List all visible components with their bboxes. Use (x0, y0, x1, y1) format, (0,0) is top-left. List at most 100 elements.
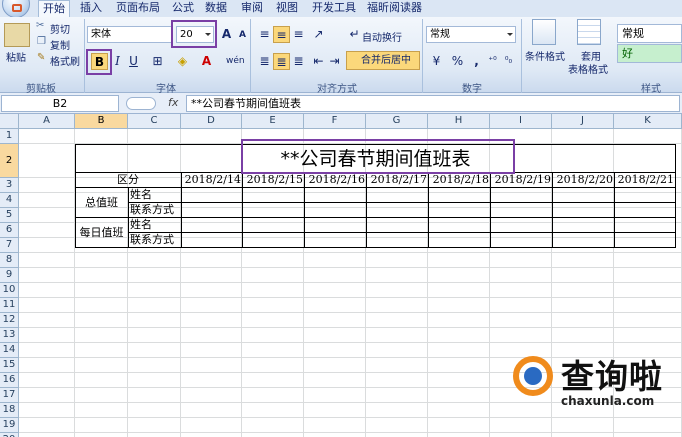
decrease-indent-icon[interactable]: ⇤ (310, 53, 327, 70)
column-header-i[interactable]: I (490, 114, 552, 129)
office-button[interactable] (2, 0, 30, 18)
row-header-10[interactable]: 10 (0, 283, 19, 298)
phonetic-button[interactable]: wén (226, 53, 245, 70)
date-cell[interactable]: 2018/2/15 (244, 173, 303, 187)
tab-review[interactable]: 审阅 (237, 0, 267, 17)
tab-formulas[interactable]: 公式 (168, 0, 198, 17)
underline-button[interactable]: U (125, 53, 142, 70)
increase-indent-icon[interactable]: ⇥ (326, 53, 343, 70)
row-header-19[interactable]: 19 (0, 418, 19, 433)
watermark-url: chaxunla.com (561, 394, 655, 408)
align-right-icon[interactable]: ≣ (290, 53, 307, 70)
column-header-h[interactable]: H (428, 114, 490, 129)
italic-button[interactable]: I (109, 53, 126, 70)
row-header-3[interactable]: 3 (0, 178, 19, 193)
formula-bar-toggle[interactable] (126, 97, 156, 110)
font-shrink-button[interactable]: A (234, 27, 251, 44)
number-format-select[interactable]: 常规 (426, 26, 516, 43)
row-header-6[interactable]: 6 (0, 223, 19, 238)
row-header-14[interactable]: 14 (0, 343, 19, 358)
fill-color-icon[interactable]: ◈ (174, 53, 191, 70)
percent-button[interactable]: % (449, 53, 466, 70)
field-contact[interactable]: 联系方式 (130, 203, 180, 217)
field-name[interactable]: 姓名 (130, 218, 180, 232)
table-border (128, 202, 675, 203)
tab-insert[interactable]: 插入 (76, 0, 106, 17)
field-contact[interactable]: 联系方式 (130, 233, 180, 247)
row-header-18[interactable]: 18 (0, 403, 19, 418)
tab-home[interactable]: 开始 (38, 0, 70, 17)
merge-center-button[interactable]: 合并后居中 (346, 51, 420, 70)
borders-icon[interactable]: ⊞ (149, 53, 166, 70)
conditional-format-button[interactable]: 条件格式 (525, 48, 565, 63)
row-header-7[interactable]: 7 (0, 238, 19, 253)
column-header-c[interactable]: C (128, 114, 181, 129)
format-painter-icon: ✎ (37, 52, 46, 63)
row-header-11[interactable]: 11 (0, 298, 19, 313)
row-header-17[interactable]: 17 (0, 388, 19, 403)
cut-button[interactable]: 剪切 (50, 21, 70, 36)
format-painter-button[interactable]: 格式刷 (50, 53, 80, 68)
column-header-d[interactable]: D (181, 114, 242, 129)
column-header-j[interactable]: J (552, 114, 614, 129)
name-box[interactable]: B2 (1, 95, 119, 112)
tab-view[interactable]: 视图 (272, 0, 302, 17)
column-header-k[interactable]: K (614, 114, 682, 129)
font-family-select[interactable]: 宋体 (87, 26, 173, 43)
table-format-button-line2[interactable]: 表格格式 (568, 61, 608, 76)
align-center-icon[interactable]: ≣ (273, 53, 290, 70)
fx-icon[interactable]: fx (168, 96, 178, 109)
style-good[interactable]: 好 (617, 44, 682, 63)
paste-button[interactable]: 粘贴 (6, 49, 26, 64)
row-header-9[interactable]: 9 (0, 268, 19, 283)
align-top-icon[interactable]: ≡ (256, 26, 273, 43)
column-header-f[interactable]: F (304, 114, 366, 129)
row-header-13[interactable]: 13 (0, 328, 19, 343)
copy-button[interactable]: 复制 (50, 37, 70, 52)
group-total-duty[interactable]: 总值班 (76, 188, 127, 218)
tab-developer[interactable]: 开发工具 (308, 0, 360, 17)
row-header-16[interactable]: 16 (0, 373, 19, 388)
currency-icon[interactable]: ¥ (428, 53, 445, 70)
tab-foxit-reader[interactable]: 福昕阅读器 (363, 0, 426, 17)
formula-input[interactable]: **公司春节期间值班表 (186, 95, 680, 112)
decrease-decimal-icon[interactable]: ⁰₀ (500, 53, 517, 70)
comma-button[interactable]: , (468, 53, 485, 70)
paste-icon[interactable] (4, 23, 30, 47)
align-middle-icon[interactable]: ≡ (273, 26, 290, 43)
orientation-icon[interactable]: ↗ (310, 26, 327, 43)
wrap-text-button[interactable]: 自动换行 (362, 29, 402, 44)
date-cell[interactable]: 2018/2/20 (554, 173, 613, 187)
row-header-8[interactable]: 8 (0, 253, 19, 268)
date-cell[interactable]: 2018/2/18 (430, 173, 489, 187)
date-cell[interactable]: 2018/2/19 (492, 173, 551, 187)
date-cell[interactable]: 2018/2/17 (368, 173, 427, 187)
tab-data[interactable]: 数据 (201, 0, 231, 17)
row-header-1[interactable]: 1 (0, 129, 19, 144)
row-header-12[interactable]: 12 (0, 313, 19, 328)
row-header-15[interactable]: 15 (0, 358, 19, 373)
date-cell[interactable]: 2018/2/21 (616, 173, 674, 187)
column-header-g[interactable]: G (366, 114, 428, 129)
align-bottom-icon[interactable]: ≡ (290, 26, 307, 43)
field-name[interactable]: 姓名 (130, 188, 180, 202)
font-grow-button[interactable]: A (218, 26, 235, 43)
style-normal[interactable]: 常规 (617, 24, 682, 43)
column-header-a[interactable]: A (19, 114, 75, 129)
row-header-2[interactable]: 2 (0, 144, 19, 178)
header-label[interactable]: 区分 (76, 173, 180, 187)
date-cell[interactable]: 2018/2/16 (306, 173, 365, 187)
font-color-button[interactable]: A (198, 53, 215, 70)
tab-page-layout[interactable]: 页面布局 (112, 0, 164, 17)
row-header-5[interactable]: 5 (0, 208, 19, 223)
group-separator (521, 19, 522, 93)
select-all-corner[interactable] (0, 114, 19, 129)
row-header-20[interactable]: 20 (0, 433, 19, 437)
increase-decimal-icon[interactable]: ⁺⁰ (484, 53, 501, 70)
date-cell[interactable]: 2018/2/14 (183, 173, 241, 187)
align-left-icon[interactable]: ≣ (256, 53, 273, 70)
row-header-4[interactable]: 4 (0, 193, 19, 208)
column-header-b[interactable]: B (75, 114, 128, 129)
group-daily-duty[interactable]: 每日值班 (76, 218, 127, 248)
column-header-e[interactable]: E (242, 114, 304, 129)
